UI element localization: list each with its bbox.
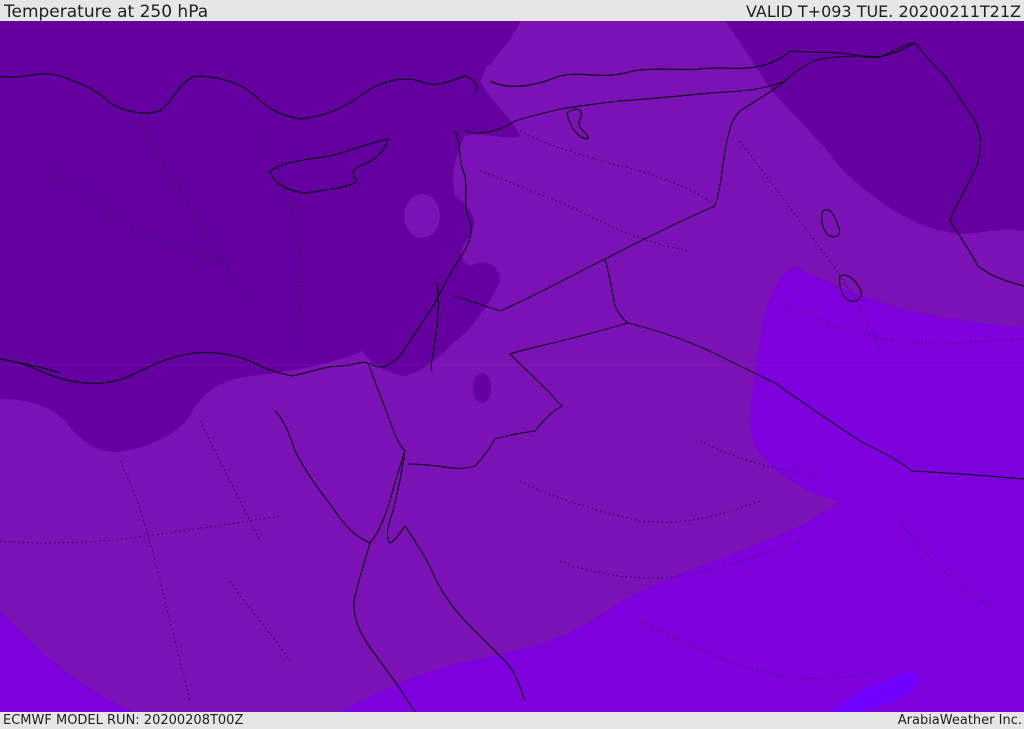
temperature-patch-north [404, 194, 440, 238]
header-bar: Temperature at 250 hPa VALID T+093 TUE. … [0, 0, 1024, 21]
valid-time-label: VALID T+093 TUE. 20200211T21Z [745, 2, 1021, 21]
temperature-patch-jordan [473, 373, 491, 403]
model-run-label: ECMWF MODEL RUN: 20200208T00Z [3, 713, 244, 728]
temperature-map [0, 21, 1024, 712]
map-title: Temperature at 250 hPa [4, 2, 209, 22]
map-canvas [0, 21, 1024, 712]
footer-bar: ECMWF MODEL RUN: 20200208T00Z ArabiaWeat… [0, 712, 1024, 729]
credit-label: ArabiaWeather Inc. [897, 713, 1022, 728]
weather-map-page: Temperature at 250 hPa VALID T+093 TUE. … [0, 0, 1024, 729]
